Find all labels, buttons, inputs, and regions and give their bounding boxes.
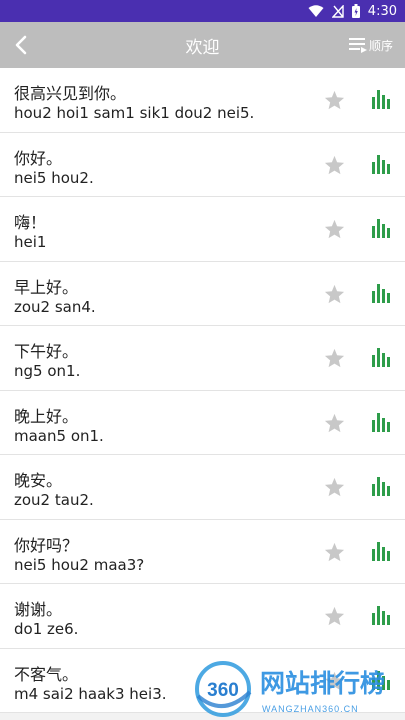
- favorite-star-icon[interactable]: [324, 671, 345, 691]
- phrase-chinese: 很高兴见到你。: [14, 84, 127, 103]
- phrase-jyutping: m4 sai2 haak3 hei3.: [14, 684, 167, 703]
- phrase-jyutping: maan5 on1.: [14, 426, 104, 445]
- audio-bars-icon[interactable]: [372, 219, 390, 238]
- phrase-row[interactable]: 不客气。 m4 sai2 haak3 hei3.: [0, 648, 405, 713]
- phrase-chinese: 你好。: [14, 148, 63, 168]
- phrase-row[interactable]: 下午好。 ng5 on1.: [0, 326, 405, 391]
- app-bar: 欢迎 顺序: [0, 22, 405, 68]
- status-time: 4:30: [367, 3, 397, 19]
- audio-bars-icon[interactable]: [372, 541, 390, 561]
- audio-bars-icon[interactable]: [372, 90, 390, 109]
- battery-icon: [351, 4, 360, 18]
- audio-bars-icon[interactable]: [372, 412, 390, 432]
- phrase-chinese: 早上好。: [14, 277, 79, 297]
- phrase-row[interactable]: 你好。 nei5 hou2.: [0, 132, 405, 197]
- audio-bars-icon[interactable]: [372, 283, 390, 303]
- phrase-jyutping: nei5 hou2.: [14, 168, 94, 187]
- phrase-row[interactable]: 嗨！ hei1: [0, 197, 405, 262]
- audio-bars-icon[interactable]: [372, 670, 390, 690]
- phrase-list: 很高兴见到你。 hou2 hoi1 sam1 sik1 dou2 nei5. 你好。…: [0, 68, 405, 713]
- phrase-chinese: 谢谢。: [14, 600, 63, 619]
- audio-bars-icon[interactable]: [372, 606, 390, 625]
- phrase-row[interactable]: 晚上好。 maan5 on1.: [0, 390, 405, 455]
- phrase-chinese: 你好吗？: [14, 535, 79, 555]
- phrase-row[interactable]: 早上好。 zou2 san4.: [0, 261, 405, 326]
- phrase-row[interactable]: 谢谢。 do1 ze6.: [0, 584, 405, 649]
- sort-list-icon: [348, 38, 367, 53]
- audio-bars-icon[interactable]: [372, 154, 390, 174]
- favorite-star-icon[interactable]: [324, 477, 345, 497]
- favorite-star-icon[interactable]: [324, 606, 345, 626]
- favorite-star-icon[interactable]: [324, 348, 345, 368]
- audio-bars-icon[interactable]: [372, 477, 390, 496]
- phrase-chinese: 晚安。: [14, 471, 63, 490]
- favorite-star-icon[interactable]: [324, 413, 345, 433]
- phrase-row[interactable]: 很高兴见到你。 hou2 hoi1 sam1 sik1 dou2 nei5.: [0, 68, 405, 133]
- phrase-jyutping: nei5 hou2 maa3?: [14, 555, 145, 574]
- favorite-star-icon[interactable]: [324, 284, 345, 304]
- favorite-star-icon[interactable]: [324, 155, 345, 175]
- phrase-jyutping: zou2 san4.: [14, 297, 96, 316]
- favorite-star-icon[interactable]: [324, 542, 345, 562]
- phrase-jyutping: hei1: [14, 233, 47, 251]
- favorite-star-icon[interactable]: [324, 90, 345, 110]
- phrase-jyutping: zou2 tau2.: [14, 491, 94, 509]
- order-button[interactable]: 顺序: [348, 34, 393, 56]
- favorite-star-icon[interactable]: [324, 219, 345, 239]
- phrase-row[interactable]: 你好吗？ nei5 hou2 maa3?: [0, 519, 405, 584]
- no-signal-icon: [331, 4, 344, 18]
- chevron-left-icon: [15, 35, 27, 55]
- wifi-icon: [308, 4, 324, 18]
- page-title: 欢迎: [185, 37, 220, 58]
- phrase-chinese: 不客气。: [14, 664, 79, 684]
- phrase-row[interactable]: 晚安。 zou2 tau2.: [0, 455, 405, 520]
- phrase-jyutping: hou2 hoi1 sam1 sik1 dou2 nei5.: [14, 104, 255, 122]
- audio-bars-icon[interactable]: [372, 348, 390, 367]
- status-bar: 4:30: [0, 0, 405, 22]
- phrase-jyutping: do1 ze6.: [14, 620, 79, 638]
- phrase-chinese: 晚上好。: [14, 406, 79, 426]
- order-label: 顺序: [368, 38, 393, 53]
- back-button[interactable]: [10, 33, 34, 57]
- phrase-chinese: 下午好。: [14, 342, 79, 361]
- phrase-chinese: 嗨！: [14, 213, 47, 232]
- phrase-jyutping: ng5 on1.: [14, 362, 81, 380]
